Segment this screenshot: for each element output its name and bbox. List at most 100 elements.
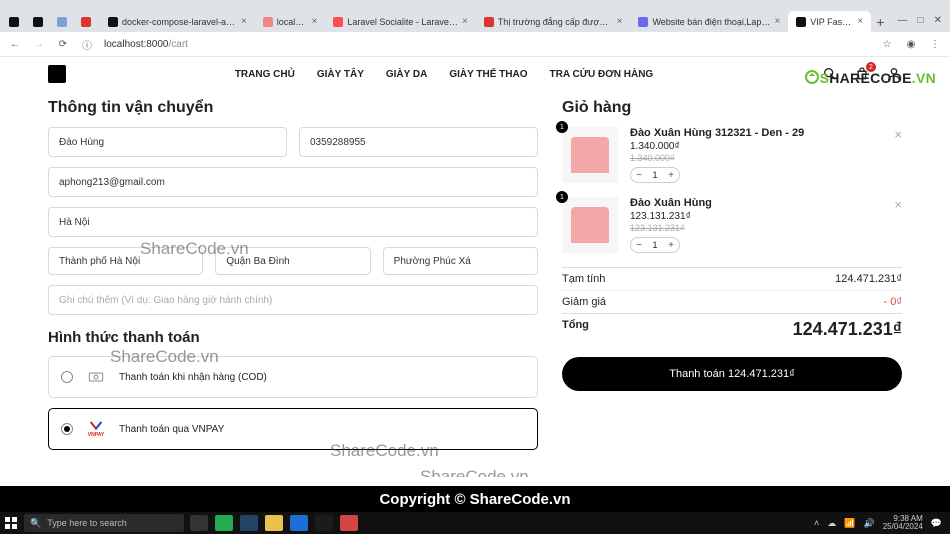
pinned-tab[interactable] [4,11,28,32]
address-field[interactable]: Hà Nội [48,207,538,237]
city-select[interactable]: Thành phố Hà Nội [48,247,203,275]
pinned-tab[interactable] [76,11,100,32]
nav-reload-icon[interactable]: ⟳ [56,37,70,51]
nav-back-icon[interactable]: ← [8,37,22,51]
browser-tab[interactable]: localhost× [255,11,326,32]
cart-item-name: Đào Xuân Hùng [630,197,902,209]
cart-item-thumb[interactable]: 1 [562,127,618,183]
qty-stepper[interactable]: − 1 + [630,237,680,253]
tray-wifi-icon[interactable]: 📶 [844,518,855,529]
tab-close-icon[interactable]: × [774,16,780,27]
qty-value: 1 [647,240,663,250]
cart-item: 1 Đào Xuân Hùng 123.131.231₫ 123.131.231… [562,197,902,253]
summary-discount-label: Giảm giá [562,296,606,308]
remove-item-icon[interactable]: × [894,127,902,142]
user-icon[interactable] [886,66,902,82]
site-logo[interactable] [48,65,66,83]
tab-close-icon[interactable]: × [857,16,863,27]
tab-close-icon[interactable]: × [241,16,247,27]
menu-item[interactable]: GIÀY TÂY [317,69,364,80]
notifications-icon[interactable]: 💬 [931,518,942,529]
cart-section: Giỏ hàng 1 Đào Xuân Hùng 312321 - Den - … [562,99,902,460]
taskbar-app[interactable] [240,515,258,531]
search-icon: 🔍 [30,518,41,529]
window-minimize-icon[interactable]: — [898,15,908,26]
system-tray[interactable]: ˄ ☁ 📶 🔊 9:38 AM 25/04/2024 💬 [806,515,950,531]
taskbar-app[interactable] [315,515,333,531]
checkout-button[interactable]: Thanh toán 124.471.231₫ [562,357,902,391]
radio-checked-icon [61,423,73,435]
menu-item[interactable]: TRANG CHỦ [235,69,295,80]
tray-volume-icon[interactable]: 🔊 [864,518,875,529]
cart-item: 1 Đào Xuân Hùng 312321 - Den - 29 1.340.… [562,127,902,183]
pinned-tab[interactable] [28,11,52,32]
phone-field[interactable]: 0359288955 [299,127,538,157]
payment-label: Thanh toán qua VNPAY [119,424,224,435]
tray-cloud-icon[interactable]: ☁ [827,518,836,529]
qty-stepper[interactable]: − 1 + [630,167,680,183]
browser-tab[interactable]: docker-compose-laravel-alpin…× [100,11,255,32]
payment-option-cod[interactable]: Thanh toán khi nhận hàng (COD) [48,356,538,398]
cart-icon[interactable]: 2 [854,66,870,82]
window-maximize-icon[interactable]: □ [918,15,924,26]
watermark: ShareCode.vn [420,467,529,477]
profile-avatar-icon[interactable]: ◉ [904,37,918,51]
taskbar-app[interactable] [290,515,308,531]
email-field[interactable]: aphong213@gmail.com [48,167,538,197]
nav-forward-icon[interactable]: → [32,37,46,51]
qty-minus-icon[interactable]: − [631,170,647,181]
tab-close-icon[interactable]: × [617,16,623,27]
window-close-icon[interactable]: ✕ [934,15,942,26]
taskbar-app[interactable] [190,515,208,531]
district-select[interactable]: Quận Ba Đình [215,247,370,275]
browser-tab[interactable]: Laravel Socialite - Laravel 11.x× [325,11,475,32]
payment-heading: Hình thức thanh toán [48,329,538,346]
cart-item-price-original: 1.340.000₫ [630,153,902,163]
summary-total-value: 124.471.231₫ [793,319,902,340]
menu-item[interactable]: GIÀY THỂ THAO [449,69,527,80]
note-field[interactable]: Ghi chú thêm (Ví dụ: Giao hàng giờ hành … [48,285,538,315]
taskbar-search[interactable]: 🔍 Type here to search [24,514,184,532]
payment-label: Thanh toán khi nhận hàng (COD) [119,372,267,383]
remove-item-icon[interactable]: × [894,197,902,212]
tab-title: VIP Fashion [810,17,853,27]
browser-tab[interactable]: Website bán điện thoại,Laptop…× [630,11,788,32]
new-tab-button[interactable]: + [871,12,889,32]
qty-minus-icon[interactable]: − [631,240,647,251]
menu-item[interactable]: TRA CỨU ĐƠN HÀNG [550,69,654,80]
tab-title: Thị trường đẳng cấp được cá… [498,17,613,27]
cart-item-thumb[interactable]: 1 [562,197,618,253]
pinned-tab[interactable] [52,11,76,32]
cart-item-price: 1.340.000₫ [630,141,902,152]
tab-close-icon[interactable]: × [462,16,468,27]
shipping-section: Thông tin vận chuyển Đào Hùng 0359288955… [48,99,538,460]
taskbar-clock[interactable]: 9:38 AM 25/04/2024 [883,515,923,531]
windows-taskbar: 🔍 Type here to search ˄ ☁ 📶 🔊 9:38 AM 25… [0,512,950,534]
browser-menu-icon[interactable]: ⋮ [928,37,942,51]
tray-chevron-icon[interactable]: ˄ [814,518,819,528]
bookmark-icon[interactable]: ☆ [880,37,894,51]
menu-item[interactable]: GIÀY DA [386,69,428,80]
cart-summary: Tạm tính 124.471.231₫ Giảm giá - 0₫ Tổng… [562,267,902,345]
cart-item-price: 123.131.231₫ [630,211,902,222]
shipping-heading: Thông tin vận chuyển [48,99,538,117]
qty-plus-icon[interactable]: + [663,240,679,251]
taskbar-apps [190,515,358,531]
qty-plus-icon[interactable]: + [663,170,679,181]
ward-select[interactable]: Phường Phúc Xá [383,247,538,275]
taskbar-app[interactable] [340,515,358,531]
taskbar-app[interactable] [215,515,233,531]
url-field[interactable]: localhost:8000/cart [104,39,870,50]
tab-close-icon[interactable]: × [312,16,318,27]
summary-subtotal-label: Tạm tính [562,273,605,285]
browser-tab[interactable]: Thị trường đẳng cấp được cá… × [476,11,631,32]
payment-option-vnpay[interactable]: VNPAY Thanh toán qua VNPAY [48,408,538,450]
site-header: TRANG CHỦ GIÀY TÂY GIÀY DA GIÀY THỂ THAO… [0,57,950,91]
window-chrome-strip [0,0,950,9]
start-button[interactable] [0,512,22,534]
browser-tab-active[interactable]: VIP Fashion × [788,11,871,32]
site-info-icon[interactable]: ⓘ [80,37,94,51]
name-field[interactable]: Đào Hùng [48,127,287,157]
search-icon[interactable] [822,66,838,82]
taskbar-app[interactable] [265,515,283,531]
